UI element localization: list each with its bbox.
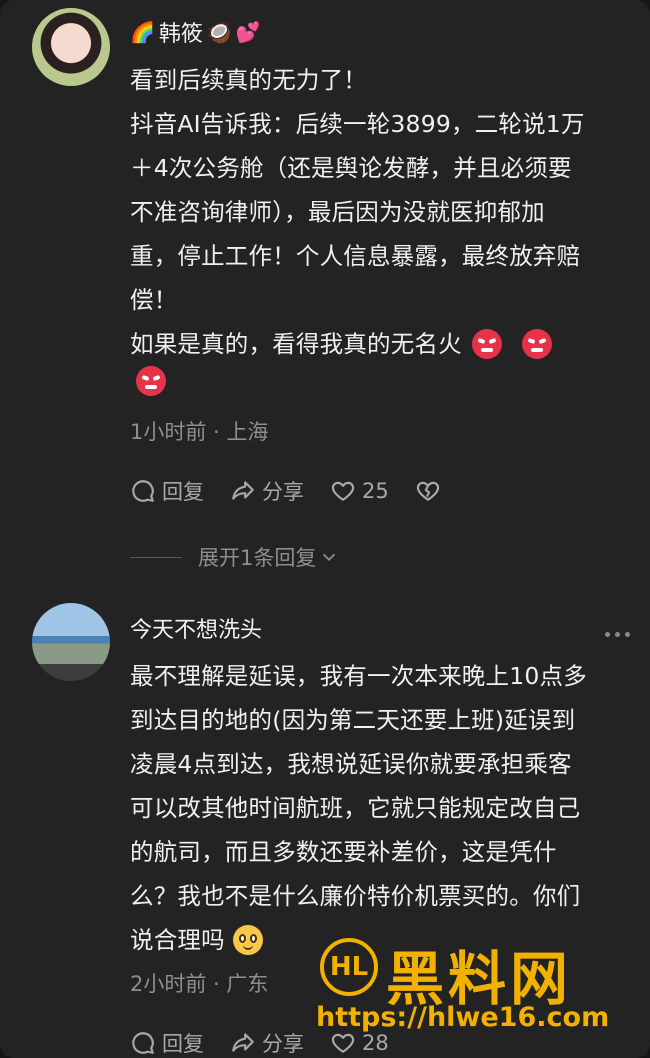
comment-author[interactable]: 🌈 韩筱 🥥 💕	[130, 16, 261, 48]
comment-line	[130, 366, 630, 396]
angry-face-icon	[136, 366, 166, 396]
watermark-url: https://hlwe16.com	[316, 1002, 610, 1033]
divider	[130, 556, 182, 558]
author-name: 韩筱	[158, 22, 203, 47]
comment-author[interactable]: 今天不想洗头	[130, 612, 262, 644]
reply-label: 回复	[162, 1032, 204, 1056]
reply-label: 回复	[162, 480, 204, 504]
share-label: 分享	[262, 1032, 304, 1056]
like-count: 25	[362, 479, 389, 503]
comment-line: 可以改其他时间航班，它就只能规定改自己	[130, 794, 581, 822]
angry-face-icon	[471, 329, 502, 359]
comment-actions: 回复 分享 25	[130, 476, 467, 506]
reply-icon	[132, 480, 154, 502]
comment-line: 重，停止工作！个人信息暴露，最终放弃赔	[130, 242, 581, 270]
coconut-icon: 🥥	[206, 20, 232, 44]
dot-icon	[625, 632, 630, 637]
comment-text: 看到后续真的无力了！ 抖音AI告诉我：后续一轮3899，二轮说1万 ＋4次公务舱…	[130, 58, 630, 396]
share-label: 分享	[262, 480, 304, 504]
reply-icon	[132, 1032, 154, 1054]
comment-line: ＋4次公务舱（还是舆论发酵，并且必须要	[130, 154, 572, 182]
comment-line: 最不理解是延误，我有一次本来晚上10点多	[130, 662, 587, 690]
angry-face-icon	[521, 329, 552, 359]
dot-icon	[615, 632, 620, 637]
reply-button[interactable]: 回复	[130, 476, 204, 506]
comment-line: 的航司，而且多数还要补差价，这是凭什	[130, 838, 557, 866]
author-name: 今天不想洗头	[130, 618, 263, 643]
avatar[interactable]	[32, 603, 110, 681]
comment-line: 不准咨询律师），最后因为没就医抑郁加	[130, 198, 545, 226]
comment-line: 偿！	[130, 286, 178, 314]
comment-line: 抖音AI告诉我：后续一轮3899，二轮说1万	[130, 110, 585, 138]
watermark-logo: HL	[320, 938, 378, 996]
expand-replies-label: 展开1条回复	[198, 546, 317, 570]
more-options-button[interactable]	[605, 632, 630, 637]
comment-meta: 1小时前 · 上海	[130, 420, 269, 444]
comment-line: 如果是真的，看得我真的无名火	[130, 322, 630, 366]
comment-line: 到达目的地的(因为第二天还要上班)延误到	[130, 706, 576, 734]
like-button[interactable]: 25	[330, 478, 389, 504]
comment-line: 看到后续真的无力了！	[130, 66, 367, 94]
dot-icon	[605, 632, 610, 637]
comment-panel: 🌈 韩筱 🥥 💕 看到后续真的无力了！ 抖音AI告诉我：后续一轮3899，二轮说…	[0, 0, 650, 1058]
share-icon	[232, 481, 254, 500]
hearts-icon: 💕	[235, 20, 261, 44]
comment-line: 么？我也不是什么廉价特价机票买的。你们	[130, 882, 581, 910]
heart-icon	[331, 481, 355, 501]
broken-heart-icon	[416, 481, 439, 501]
smile-face-icon	[232, 925, 263, 955]
share-button[interactable]: 分享	[230, 476, 304, 506]
chevron-down-icon	[323, 553, 336, 562]
rainbow-icon: 🌈	[130, 20, 155, 44]
comment-line: 凌晨4点到达，我想说延误你就要承担乘客	[130, 750, 572, 778]
share-button[interactable]: 分享	[230, 1028, 304, 1058]
dislike-button[interactable]	[415, 478, 441, 504]
avatar[interactable]	[32, 8, 110, 86]
comment-line-text: 说合理吗	[130, 926, 225, 954]
share-icon	[232, 1033, 254, 1052]
expand-replies-button[interactable]: 展开1条回复	[130, 542, 340, 572]
comment-line-text: 如果是真的，看得我真的无名火	[130, 330, 462, 358]
watermark: HL 黑料网 https://hlwe16.com	[316, 938, 636, 1038]
comment-meta: 2小时前 · 广东	[130, 972, 269, 996]
comment-text: 最不理解是延误，我有一次本来晚上10点多 到达目的地的(因为第二天还要上班)延误…	[130, 654, 630, 962]
reply-button[interactable]: 回复	[130, 1028, 204, 1058]
